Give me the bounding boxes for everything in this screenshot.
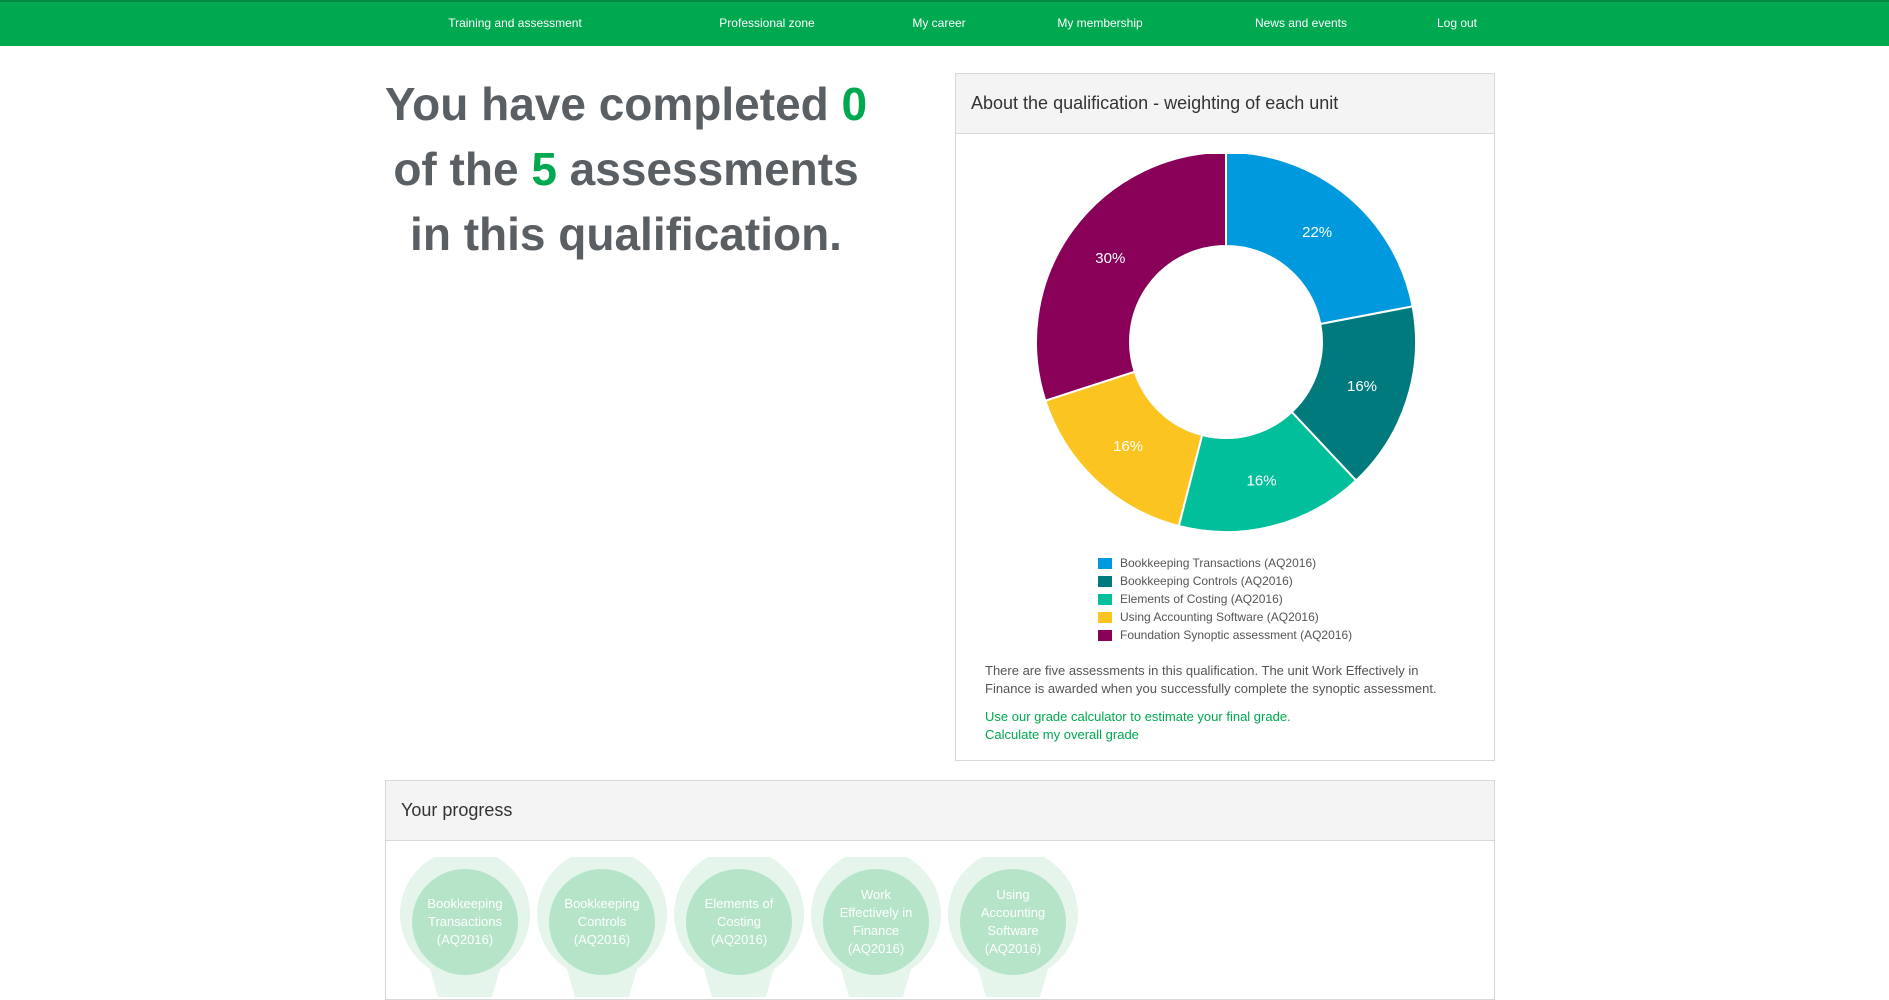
badge-label-line: Accounting [980,905,1046,920]
donut-slice-label-2: 16% [1247,473,1277,490]
legend-label: Bookkeeping Transactions (AQ2016) [1120,556,1317,570]
legend-swatch [1098,611,1112,623]
badge-label: Elements of Costing (AQ2016) [694,857,784,987]
badge-label-line: Effectively in [839,905,913,920]
legend-label: Bookkeeping Controls (AQ2016) [1120,574,1293,588]
nav-my-membership[interactable]: My membership [1057,16,1142,30]
donut-slice-label-4: 30% [1095,250,1125,267]
badge-label: Using Accounting Software (AQ2016) [968,857,1058,987]
badge-label-line: Controls [577,914,627,929]
legend-label: Elements of Costing (AQ2016) [1120,592,1283,606]
nav-professional-zone[interactable]: Professional zone [719,16,814,30]
total-count: 5 [531,143,557,195]
top-navigation: Training and assessment Professional zon… [0,0,1889,46]
badge-label-line: Bookkeeping [564,896,640,911]
nav-log-out[interactable]: Log out [1437,16,1477,30]
grade-calculator-link[interactable]: Use our grade calculator to estimate you… [985,708,1291,726]
legend-item: Foundation Synoptic assessment (AQ2016) [1098,626,1352,644]
badge-label-line: Costing [716,914,762,929]
qualification-note: There are five assessments in this quali… [985,663,1437,696]
donut-slice-label-3: 16% [1113,438,1143,455]
badge-label-line: (AQ2016) [710,932,768,947]
headline-text-1: You have completed [384,78,842,130]
legend-item: Using Accounting Software (AQ2016) [1098,608,1352,626]
qualification-panel-title: About the qualification - weighting of e… [956,74,1494,134]
badge-label: Work Effectively in Finance (AQ2016) [831,857,921,987]
qualification-links: Use our grade calculator to estimate you… [985,708,1291,744]
progress-panel-title: Your progress [386,781,1494,841]
badge-label-line: (AQ2016) [436,932,494,947]
legend-item: Elements of Costing (AQ2016) [1098,590,1352,608]
badge-label-line: (AQ2016) [984,941,1042,956]
completed-count: 0 [841,78,868,130]
progress-badge[interactable]: Work Effectively in Finance (AQ2016) [811,857,941,997]
badge-label-line: Elements of [704,896,774,911]
badge-label-line: Using [996,887,1030,902]
badge-label-line: Bookkeeping [427,896,503,911]
qualification-panel: About the qualification - weighting of e… [955,73,1495,761]
badge-label-line: Transactions [428,914,502,929]
legend-label: Using Accounting Software (AQ2016) [1120,610,1319,624]
badge-label-line: Software [987,923,1039,938]
legend-swatch [1098,557,1112,569]
progress-panel: Your progress Bookkeeping Transactions (AQ… [385,780,1495,1000]
badge-label-line: (AQ2016) [573,932,631,947]
legend-item: Bookkeeping Controls (AQ2016) [1098,572,1352,590]
legend-swatch [1098,575,1112,587]
donut-slice-label-1: 16% [1347,378,1377,395]
legend-swatch [1098,593,1112,605]
legend-swatch [1098,629,1112,641]
donut-slice-label-0: 22% [1302,224,1332,241]
nav-training-and-assessment[interactable]: Training and assessment [448,16,582,30]
headline-text-4: in this qualification. [410,208,842,260]
badge-label: Bookkeeping Controls (AQ2016) [557,857,647,987]
headline-text-3: assessments [556,143,859,195]
calculate-overall-grade-link[interactable]: Calculate my overall grade [985,726,1291,744]
badge-label: Bookkeeping Transactions (AQ2016) [420,857,510,987]
completion-headline: You have completed 0 of the 5 assessment… [376,72,876,267]
badge-label-line: Finance [852,923,900,938]
nav-my-career[interactable]: My career [912,16,965,30]
progress-badge[interactable]: Bookkeeping Transactions (AQ2016) [400,857,530,997]
badge-label-line: (AQ2016) [847,941,905,956]
legend-label: Foundation Synoptic assessment (AQ2016) [1120,628,1353,642]
unit-weighting-donut-chart: 22% 16% 16% 16% 30% [1035,154,1417,533]
badge-label-line: Work [860,887,892,902]
progress-badge[interactable]: Using Accounting Software (AQ2016) [948,857,1078,997]
nav-news-and-events[interactable]: News and events [1255,16,1347,30]
legend-item: Bookkeeping Transactions (AQ2016) [1098,554,1352,572]
headline-text-2: of the [393,143,532,195]
progress-badge[interactable]: Elements of Costing (AQ2016) [674,857,804,997]
chart-legend: Bookkeeping Transactions (AQ2016) Bookkee… [1098,554,1352,644]
progress-badge[interactable]: Bookkeeping Controls (AQ2016) [537,857,667,997]
donut-slice-4 [1035,154,1227,402]
